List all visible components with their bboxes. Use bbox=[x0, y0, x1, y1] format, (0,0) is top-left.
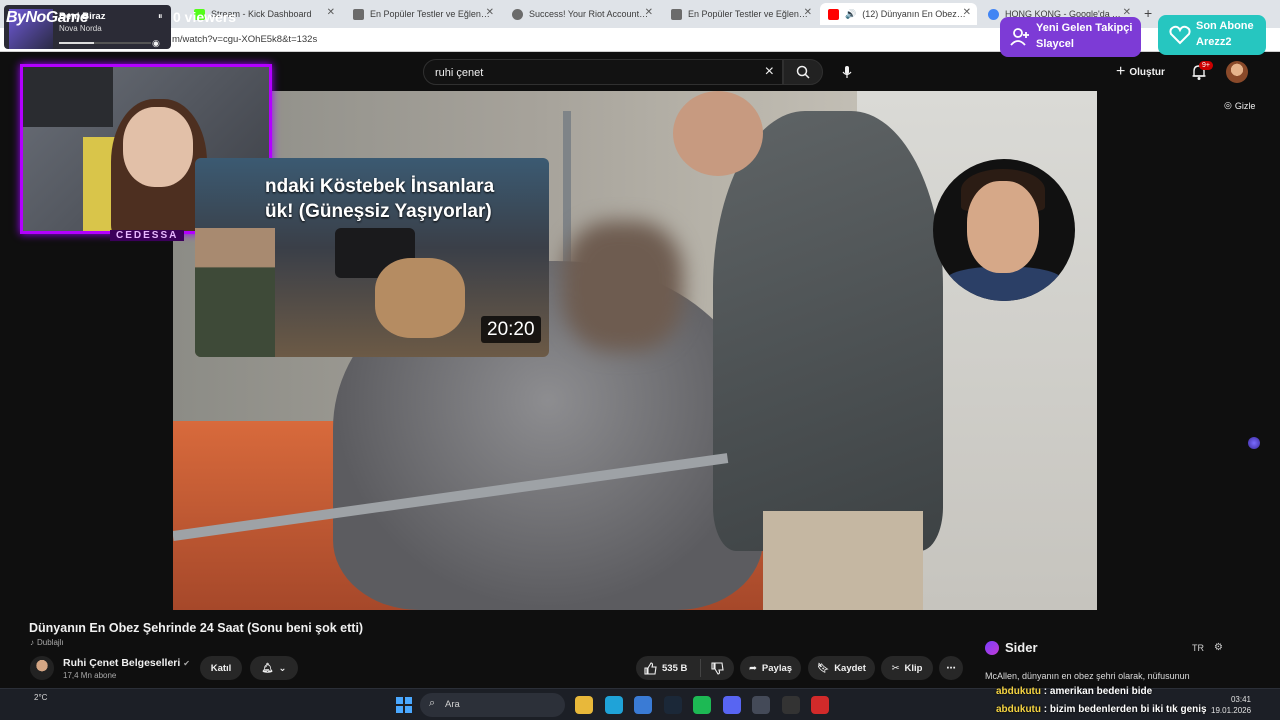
search-button[interactable] bbox=[783, 59, 823, 85]
new-subscriber-alert: Son Abone Arezz2 bbox=[1158, 15, 1266, 55]
thumbs-down-icon bbox=[710, 661, 724, 675]
close-tab-icon[interactable]: ✕ bbox=[486, 7, 494, 18]
webcam-label: CEDESSA bbox=[110, 230, 185, 241]
channel-name[interactable]: Ruhi Çenet Belgeselleri ✔ bbox=[63, 657, 190, 669]
share-arrow-icon: ➦ bbox=[748, 662, 757, 674]
clear-search-icon[interactable]: × bbox=[765, 63, 774, 81]
user-plus-icon bbox=[1010, 28, 1029, 46]
pause-icon: ⏸ bbox=[158, 11, 163, 21]
subscriber-count: 17,4 Mn abone bbox=[63, 671, 117, 680]
record-icon[interactable] bbox=[811, 696, 829, 714]
bynogame-logo: ByNoGame bbox=[6, 9, 89, 26]
url-text[interactable]: m/watch?v=cgu-XOhE5k8&t=132s bbox=[172, 34, 317, 45]
translate-bubble-icon[interactable] bbox=[1248, 437, 1260, 449]
obs-icon[interactable] bbox=[781, 696, 800, 714]
sider-panel: Sider TR ⚙ McAllen, dünyanın en obez şeh… bbox=[985, 640, 1223, 681]
thumbs-up-icon bbox=[644, 661, 657, 675]
file-explorer-icon[interactable] bbox=[575, 696, 593, 714]
app-icon[interactable] bbox=[752, 696, 770, 714]
chat-message: abdukutu : bizim bedenlerden bi iki tık … bbox=[996, 704, 1207, 715]
spotify-icon: ◉ bbox=[152, 38, 160, 48]
discord-icon[interactable] bbox=[722, 696, 741, 714]
scissors-icon: ✂ bbox=[891, 662, 900, 674]
heart-icon bbox=[1169, 25, 1191, 45]
sider-logo-icon bbox=[985, 641, 999, 655]
bookmark-icon: 🔖︎ bbox=[817, 662, 830, 674]
browser-tab[interactable]: En Popüler Testler ve Eğlenceli Qu ✕ bbox=[663, 3, 818, 25]
language-selector[interactable]: TR bbox=[1192, 643, 1204, 653]
close-tab-icon[interactable]: ✕ bbox=[963, 7, 971, 18]
close-tab-icon[interactable]: ✕ bbox=[645, 7, 653, 18]
system-clock[interactable]: 03:41 19.01.2026 bbox=[1211, 694, 1251, 716]
youtube-favicon-icon bbox=[828, 8, 839, 20]
steam-icon[interactable] bbox=[663, 696, 682, 714]
search-input[interactable]: ruhi çenet × bbox=[423, 59, 783, 85]
edge-icon[interactable] bbox=[604, 696, 623, 714]
page-favicon-icon bbox=[353, 8, 364, 20]
viewer-count: 0 viewers bbox=[173, 9, 237, 25]
notification-count-badge: 9+ bbox=[1199, 61, 1213, 70]
bell-icon: 🔔︎ bbox=[261, 662, 274, 674]
dub-icon: ♪ bbox=[30, 638, 34, 647]
account-avatar[interactable] bbox=[1226, 61, 1248, 83]
start-button[interactable] bbox=[396, 697, 412, 713]
channel-avatar[interactable] bbox=[30, 656, 54, 680]
subscribe-notifications-button[interactable]: 🔔︎ ⌄ bbox=[250, 656, 298, 680]
speaker-icon[interactable]: 🔊 bbox=[845, 9, 856, 20]
save-button[interactable]: 🔖︎ Kaydet bbox=[808, 656, 875, 680]
store-icon[interactable] bbox=[634, 696, 652, 714]
round-facecam bbox=[933, 159, 1075, 301]
taskbar-search[interactable]: ⌕ Ara bbox=[420, 693, 565, 717]
new-follower-alert: Yeni Gelen Takipçi Slaycel bbox=[1000, 17, 1141, 57]
browser-tab-active[interactable]: 🔊 (12) Dünyanın En Obez Şehrin ✕ bbox=[820, 3, 977, 25]
chat-message: abdukutu : amerikan bedeni bide bbox=[996, 686, 1153, 697]
gear-icon[interactable]: ⚙ bbox=[1214, 642, 1223, 653]
hide-button[interactable]: ◎ Gizle bbox=[1224, 100, 1255, 111]
share-button[interactable]: ➦ Paylaş bbox=[740, 656, 801, 680]
verified-icon: ✔ bbox=[183, 659, 190, 668]
voice-search-button[interactable] bbox=[834, 59, 860, 85]
close-tab-icon[interactable]: ✕ bbox=[804, 7, 812, 18]
clip-button[interactable]: ✂ Klip bbox=[881, 656, 933, 680]
globe-icon bbox=[512, 8, 523, 20]
plus-icon: + bbox=[1116, 63, 1126, 80]
song-progress-bar bbox=[59, 42, 151, 44]
dubbed-label: ♪ Dublajlı bbox=[30, 638, 64, 647]
more-actions-button[interactable]: ⋯ bbox=[939, 656, 963, 680]
new-tab-button[interactable]: + bbox=[1144, 5, 1152, 21]
browser-tab[interactable]: En Popüler Testler ve Eğlenceli Qu ✕ bbox=[345, 3, 500, 25]
page-favicon-icon bbox=[671, 8, 682, 20]
video-title: Dünyanın En Obez Şehrinde 24 Saat (Sonu … bbox=[29, 621, 364, 635]
microphone-icon bbox=[842, 66, 852, 78]
search-query[interactable]: ruhi çenet bbox=[435, 67, 483, 79]
thumbnail-duration: 20:20 bbox=[481, 316, 541, 343]
thumbnail-title: ndaki Köstebek İnsanlara ük! (Güneşsiz Y… bbox=[265, 176, 495, 222]
browser-tab[interactable]: Success! Your Riot Account is now ✕ bbox=[504, 3, 659, 25]
dislike-button[interactable] bbox=[703, 656, 731, 680]
chevron-down-icon: ⌄ bbox=[278, 662, 287, 674]
search-icon: ⌕ bbox=[429, 697, 436, 709]
join-button[interactable]: Katıl bbox=[200, 656, 242, 680]
spotify-icon[interactable] bbox=[693, 696, 711, 714]
close-tab-icon[interactable]: ✕ bbox=[327, 7, 335, 18]
google-favicon-icon bbox=[988, 8, 999, 20]
create-button[interactable]: + Oluştur bbox=[1116, 63, 1165, 81]
sider-summary-text: McAllen, dünyanın en obez şehri olarak, … bbox=[985, 671, 1190, 681]
search-icon bbox=[796, 65, 810, 79]
eye-off-icon: ◎ bbox=[1224, 100, 1232, 110]
weather-widget[interactable]: 2°C bbox=[34, 693, 47, 702]
